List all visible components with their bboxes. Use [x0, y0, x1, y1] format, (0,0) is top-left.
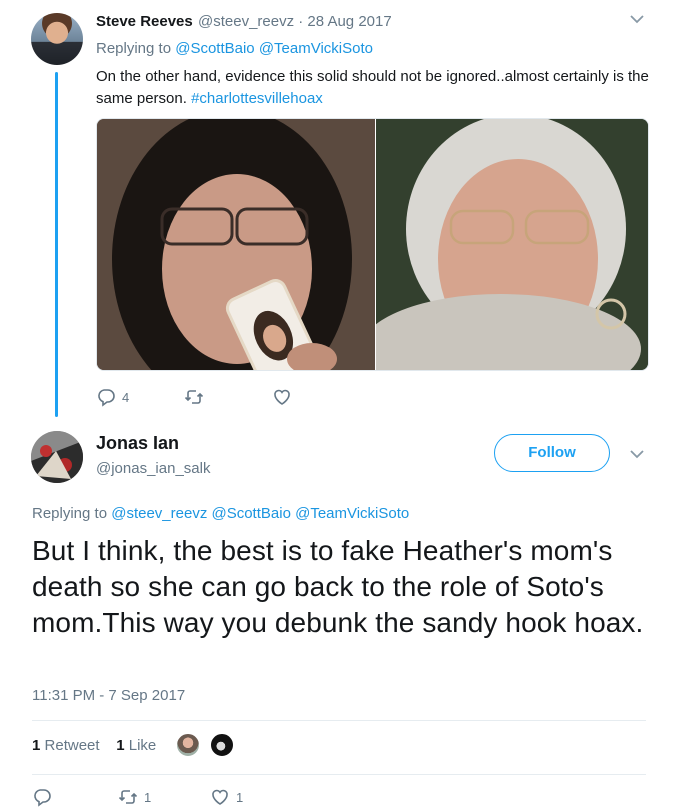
author-handle[interactable]: @jonas_ian_salk — [96, 460, 210, 477]
heart-icon[interactable] — [272, 387, 292, 407]
replying-to-handles[interactable]: @ScottBaio @TeamVickiSoto — [175, 40, 373, 57]
divider — [32, 720, 646, 721]
author-name[interactable]: Jonas Ian — [96, 433, 179, 454]
retweet-action[interactable] — [184, 387, 210, 407]
liker-avatar[interactable] — [175, 732, 201, 758]
heart-icon[interactable] — [210, 787, 230, 807]
reply-count: 4 — [122, 389, 130, 405]
hashtag-link[interactable]: #charlottesvillehoax — [191, 90, 323, 107]
reply-action[interactable] — [32, 787, 58, 807]
likes-number: 1 — [116, 737, 125, 754]
reply-icon[interactable] — [96, 387, 116, 407]
likes-stat[interactable]: 1 Like — [116, 737, 156, 754]
photo-right-illustration — [361, 119, 648, 370]
replying-to-handles[interactable]: @steev_reevz @ScottBaio @TeamVickiSoto — [111, 505, 409, 522]
tweet-text: But I think, the best is to fake Heather… — [32, 535, 644, 638]
thread-connector-line — [55, 72, 58, 417]
follow-button[interactable]: Follow — [494, 434, 610, 472]
avatar-illustration — [31, 431, 83, 483]
retweets-stat[interactable]: 1 Retweet — [32, 737, 100, 754]
retweets-label: Retweet — [44, 737, 100, 754]
photo-right-panel — [361, 119, 648, 370]
author-name[interactable]: Steve Reeves — [96, 13, 193, 30]
retweet-icon[interactable] — [184, 387, 204, 407]
replying-to: Replying to @ScottBaio @TeamVickiSoto — [96, 40, 373, 57]
retweet-action[interactable]: 1 — [118, 787, 151, 807]
likes-label: Like — [128, 737, 157, 754]
reply-action[interactable]: 4 — [96, 387, 129, 407]
chevron-down-icon[interactable] — [628, 12, 646, 26]
tweet-text: On the other hand, evidence this solid s… — [96, 66, 656, 110]
author-handle-and-date[interactable]: @steev_reevz · 28 Aug 2017 — [198, 13, 392, 30]
avatar[interactable] — [31, 13, 83, 65]
reply-icon[interactable] — [32, 787, 52, 807]
parent-tweet[interactable]: Steve Reeves @steev_reevz · 28 Aug 2017 … — [0, 0, 677, 420]
divider — [32, 774, 646, 775]
photo-left-illustration — [97, 119, 375, 370]
liker-avatar[interactable] — [209, 732, 235, 758]
chevron-down-icon[interactable] — [628, 447, 646, 461]
replying-to-prefix: Replying to — [32, 505, 112, 522]
replying-to-prefix: Replying to — [96, 40, 176, 57]
like-action[interactable] — [272, 387, 298, 407]
replying-to: Replying to @steev_reevz @ScottBaio @Tea… — [32, 505, 409, 522]
retweets-number: 1 — [32, 737, 41, 754]
avatar[interactable] — [31, 431, 83, 483]
like-action[interactable]: 1 — [210, 787, 243, 807]
photo-left-panel — [97, 119, 375, 370]
tweet-body: On the other hand, evidence this solid s… — [96, 68, 649, 107]
tweet-media-photo[interactable] — [96, 118, 649, 371]
retweet-count: 1 — [144, 789, 152, 805]
tweet-stats: 1 Retweet 1 Like — [32, 737, 156, 754]
retweet-icon[interactable] — [118, 787, 138, 807]
like-count: 1 — [236, 789, 244, 805]
tweet-timestamp[interactable]: 11:31 PM - 7 Sep 2017 — [32, 687, 185, 704]
